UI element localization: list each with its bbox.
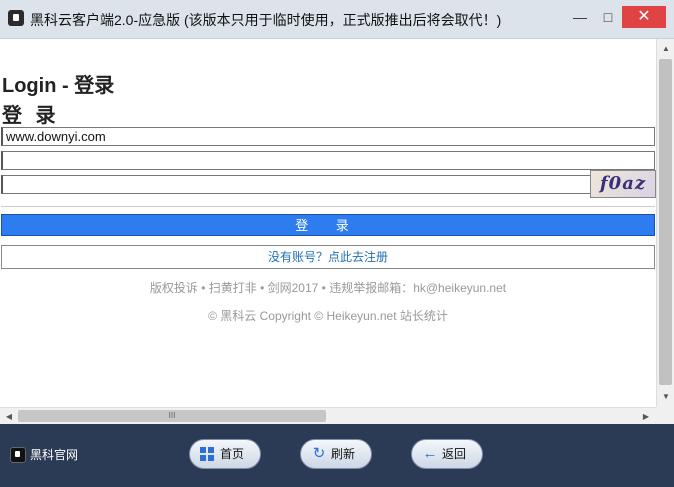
official-site-link[interactable]: 黑科官网	[10, 446, 78, 463]
copyright-text: © 黑科云 Copyright © Heikeyun.net 站长统计	[208, 309, 448, 323]
refresh-button[interactable]: ↻ 刷新	[300, 439, 372, 469]
brand-logo-icon	[10, 446, 26, 463]
refresh-label: 刷新	[331, 447, 356, 461]
login-subtitle: 登 录	[2, 105, 60, 127]
scroll-down-icon[interactable]: ▼	[657, 389, 674, 405]
bottom-nav-bar: 黑科官网 首页 ↻ 刷新 ← 返回	[0, 424, 674, 487]
back-button[interactable]: ← 返回	[411, 439, 483, 469]
back-label: 返回	[442, 447, 467, 461]
page-title: Login - 登录	[2, 75, 115, 97]
home-label: 首页	[220, 447, 245, 461]
username-input[interactable]	[1, 127, 655, 146]
horizontal-scroll-thumb[interactable]: III	[18, 410, 326, 422]
login-button[interactable]: 登 录	[1, 214, 655, 236]
browser-viewport: Login - 登录 登 录 f0az 登 录 没有账号？点此去注册 版权投诉 …	[0, 39, 656, 407]
scroll-up-icon[interactable]: ▲	[657, 41, 674, 57]
register-link[interactable]: 没有账号？点此去注册	[1, 245, 655, 269]
maximize-button[interactable]: □	[594, 6, 622, 28]
refresh-icon: ↻	[312, 445, 326, 462]
grid-icon	[200, 447, 214, 461]
home-button[interactable]: 首页	[189, 439, 261, 469]
scrollbar-corner	[656, 407, 674, 424]
captcha-image[interactable]: f0az	[590, 170, 656, 198]
brand-label: 黑科官网	[30, 448, 79, 462]
minimize-button[interactable]: —	[566, 6, 594, 28]
arrow-left-icon: ←	[422, 445, 438, 462]
vertical-scroll-thumb[interactable]	[659, 59, 672, 385]
app-logo-icon	[8, 10, 24, 26]
title-bar: 黑科云客户端2.0-应急版 (该版本只用于临时使用，正式版推出后将会取代！) —…	[0, 0, 674, 39]
scroll-right-icon[interactable]: ▶	[638, 408, 654, 425]
horizontal-scrollbar[interactable]: ◀ III ▶	[0, 407, 656, 425]
close-button[interactable]: ✕	[622, 6, 666, 28]
captcha-input[interactable]	[1, 175, 591, 194]
divider	[1, 206, 655, 207]
vertical-scrollbar[interactable]: ▲ ▼	[656, 39, 674, 407]
scroll-left-icon[interactable]: ◀	[1, 408, 17, 425]
footer-links[interactable]: 版权投诉 • 扫黄打非 • 剑网2017 • 违规举报邮箱：hk@heikeyu…	[0, 279, 656, 296]
password-input[interactable]	[1, 151, 655, 170]
window-title: 黑科云客户端2.0-应急版 (该版本只用于临时使用，正式版推出后将会取代！)	[30, 12, 502, 28]
